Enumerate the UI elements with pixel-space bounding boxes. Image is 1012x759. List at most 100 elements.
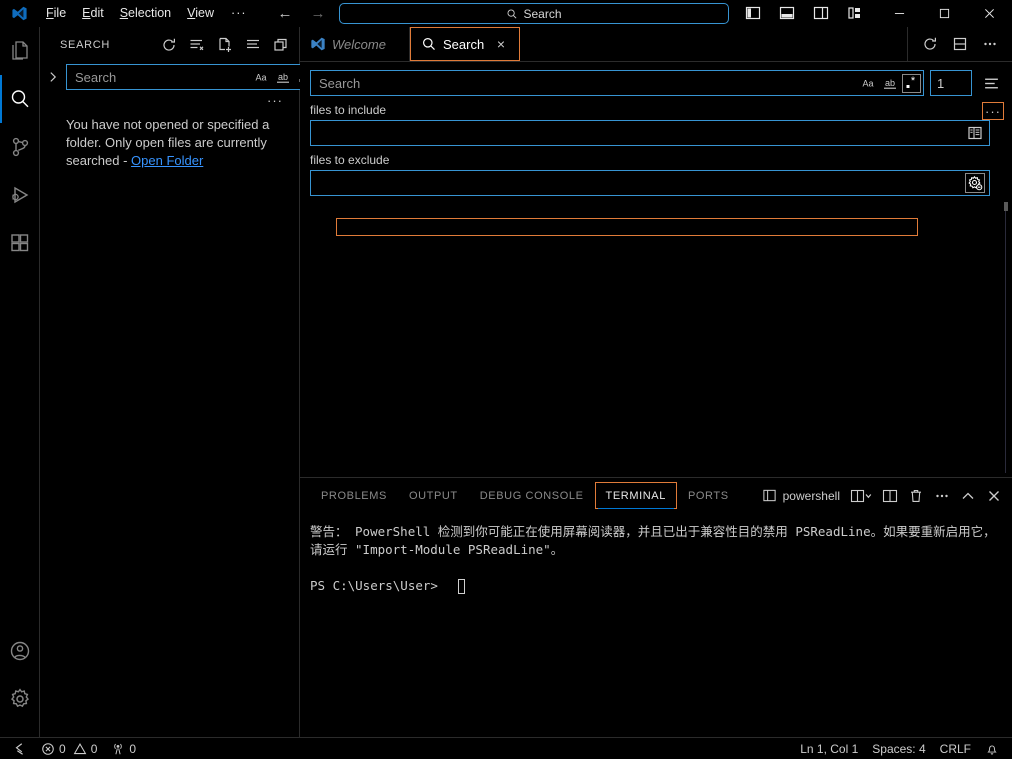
- terminal-prompt-row: PS C:\Users\User>: [310, 577, 1012, 595]
- chevron-right-icon[interactable]: [40, 64, 66, 84]
- search-result-placeholder-row[interactable]: [336, 218, 918, 236]
- whole-word-icon[interactable]: ab: [273, 67, 293, 87]
- command-center[interactable]: Search: [339, 3, 729, 24]
- case-sensitive-icon[interactable]: Aa: [251, 67, 271, 87]
- collapse-all-icon[interactable]: [271, 35, 291, 55]
- svg-text:*: *: [910, 75, 915, 87]
- menu-selection[interactable]: Selection: [112, 3, 179, 23]
- account-icon: [8, 639, 32, 663]
- regex-icon[interactable]: *: [902, 74, 921, 93]
- files-to-exclude-box[interactable]: [310, 170, 990, 196]
- panel-tab-output[interactable]: OUTPUT: [398, 482, 469, 509]
- menu-view-label-rest: iew: [195, 6, 214, 20]
- menu-edit[interactable]: Edit: [74, 3, 112, 23]
- layout-sidebar-left-icon[interactable]: [739, 2, 767, 24]
- search-editor-query-box[interactable]: Aa ab *: [310, 70, 924, 96]
- maximize-icon[interactable]: [922, 0, 967, 27]
- status-errors[interactable]: 0: [34, 738, 73, 759]
- minimize-icon[interactable]: [877, 0, 922, 27]
- book-open-editors-icon[interactable]: [965, 123, 985, 143]
- files-to-exclude-input[interactable]: [319, 176, 965, 191]
- whole-word-icon[interactable]: ab: [880, 73, 900, 93]
- files-to-include-label: files to include: [300, 96, 1012, 120]
- arrow-left-icon[interactable]: ←: [278, 6, 293, 21]
- status-indentation[interactable]: Spaces: 4: [865, 738, 932, 759]
- panel-tab-ports[interactable]: PORTS: [677, 482, 740, 509]
- close-icon[interactable]: [967, 0, 1012, 27]
- split-icon[interactable]: [882, 486, 898, 506]
- refresh-icon[interactable]: [920, 34, 940, 54]
- panel-tab-debug-console[interactable]: DEBUG CONSOLE: [469, 482, 595, 509]
- sidebar-header: SEARCH: [40, 27, 299, 62]
- search-input[interactable]: [75, 70, 251, 85]
- menu-view[interactable]: View: [179, 3, 222, 23]
- menu-more[interactable]: ···: [222, 3, 256, 23]
- sidebar-search-box[interactable]: Aa ab *: [66, 64, 318, 90]
- split-dropdown-icon[interactable]: [850, 486, 872, 506]
- activity-item-run-and-debug[interactable]: [0, 171, 40, 219]
- more-icon[interactable]: [980, 34, 1000, 54]
- activity-item-extensions[interactable]: [0, 219, 40, 267]
- panel-tab-problems[interactable]: PROBLEMS: [310, 482, 398, 509]
- layout-sidebar-right-icon[interactable]: [807, 2, 835, 24]
- status-warnings[interactable]: 0: [73, 738, 105, 759]
- case-sensitive-icon[interactable]: Aa: [858, 73, 878, 93]
- list-selection-icon[interactable]: [978, 75, 1004, 92]
- scrollbar-thumb[interactable]: [1004, 202, 1008, 211]
- layout-panel-icon[interactable]: [773, 2, 801, 24]
- menu-bar: File Edit Selection View ···: [38, 3, 256, 23]
- new-search-editor-icon[interactable]: [215, 35, 235, 55]
- extensions-icon: [8, 231, 32, 255]
- split-editor-icon[interactable]: [950, 34, 970, 54]
- activity-item-source-control[interactable]: [0, 123, 40, 171]
- editor-scrollbar[interactable]: [998, 196, 1012, 477]
- panel-tab-terminal[interactable]: TERMINAL: [595, 482, 677, 509]
- toggle-search-details-button[interactable]: ···: [982, 102, 1004, 120]
- tab-search[interactable]: Search ×: [410, 27, 520, 61]
- svg-text:ab: ab: [885, 78, 895, 88]
- files-to-include-box[interactable]: [310, 120, 990, 146]
- search-editor-toggles: Aa ab *: [858, 73, 921, 93]
- status-eol[interactable]: CRLF: [933, 738, 978, 759]
- layout-customize-icon[interactable]: [841, 2, 869, 24]
- arrow-right-icon[interactable]: →: [311, 6, 326, 21]
- list-flat-icon[interactable]: [243, 35, 263, 55]
- status-notifications[interactable]: [978, 738, 1006, 759]
- run-debug-icon: [8, 183, 32, 207]
- vscode-window: File Edit Selection View ··· ← → Search: [0, 0, 1012, 759]
- menu-edit-label-rest: dit: [91, 6, 104, 20]
- status-bar: 0 0 0 Ln 1, Col 1 Spaces: 4 CRLF: [0, 737, 1012, 759]
- clear-all-icon[interactable]: [187, 35, 207, 55]
- sidebar-toggle-details-row: ···: [40, 90, 299, 108]
- activity-item-search[interactable]: [0, 75, 40, 123]
- activity-item-accounts[interactable]: [0, 627, 40, 675]
- menu-file[interactable]: File: [38, 3, 74, 23]
- terminal-tab-entry[interactable]: powershell: [762, 488, 840, 503]
- terminal-body[interactable]: 警告： PowerShell 检测到你可能正在使用屏幕阅读器，并且已出于兼容性目…: [300, 513, 1012, 737]
- tab-welcome[interactable]: Welcome: [300, 27, 410, 61]
- panel-tabs: PROBLEMS OUTPUT DEBUG CONSOLE TERMINAL P…: [300, 478, 1012, 513]
- refresh-icon[interactable]: [159, 35, 179, 55]
- status-remote-indicator[interactable]: [6, 738, 34, 759]
- sidebar-actions: [159, 35, 291, 55]
- menu-file-label-rest: ile: [54, 6, 67, 20]
- toggle-search-details-button[interactable]: ···: [265, 92, 285, 108]
- chevron-up-icon[interactable]: [960, 486, 976, 506]
- close-icon[interactable]: ×: [493, 36, 509, 52]
- radio-tower-icon: [111, 742, 125, 756]
- bell-icon: [985, 742, 999, 756]
- close-icon[interactable]: [986, 486, 1002, 506]
- more-icon[interactable]: [934, 486, 950, 506]
- exclude-settings-icon[interactable]: [965, 173, 985, 193]
- files-to-include-input[interactable]: [319, 126, 965, 141]
- activity-item-explorer[interactable]: [0, 27, 40, 75]
- trash-icon[interactable]: [908, 486, 924, 506]
- activity-bar: [0, 27, 40, 737]
- context-lines-input[interactable]: [930, 70, 972, 96]
- search-editor-query-input[interactable]: [319, 76, 858, 91]
- svg-text:Aa: Aa: [862, 79, 873, 89]
- status-ports[interactable]: 0: [104, 738, 143, 759]
- open-folder-link[interactable]: Open Folder: [131, 153, 203, 168]
- status-editor-selection[interactable]: Ln 1, Col 1: [793, 738, 865, 759]
- activity-item-settings[interactable]: [0, 675, 40, 723]
